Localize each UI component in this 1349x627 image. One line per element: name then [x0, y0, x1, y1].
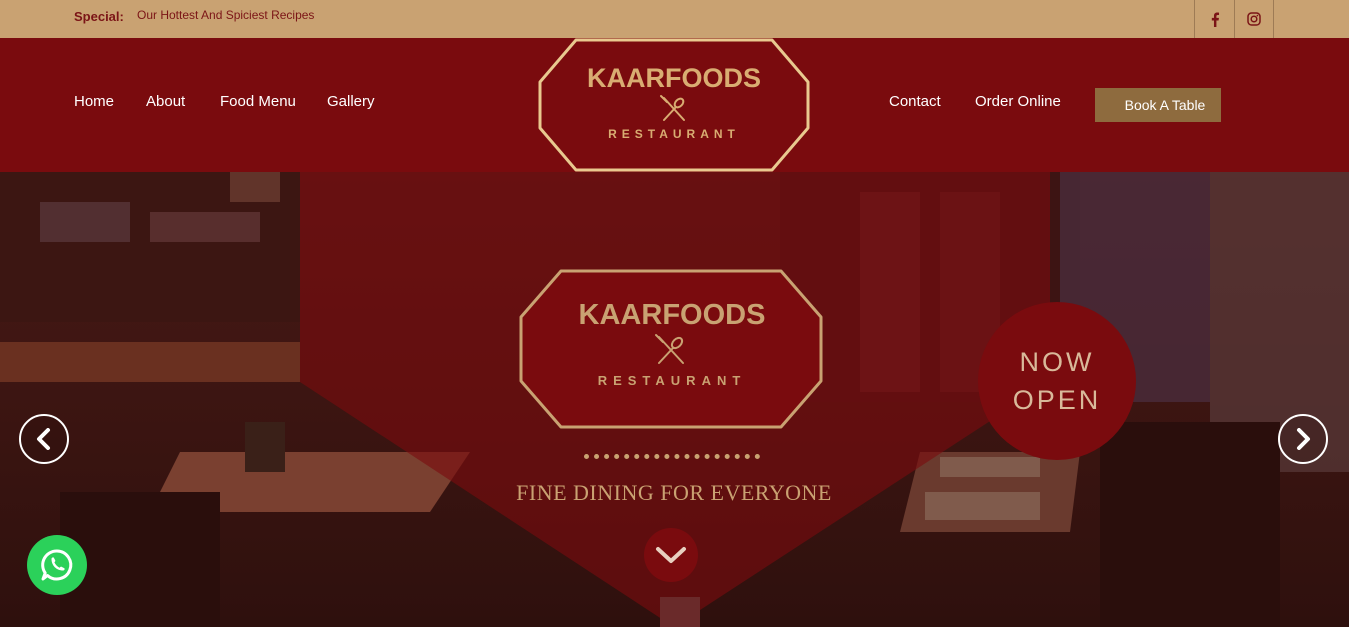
site-logo[interactable]: KAARFOODS RESTAURANT: [536, 30, 812, 180]
facebook-icon: [1211, 11, 1219, 27]
chevron-down-icon: [656, 547, 686, 563]
facebook-link[interactable]: [1194, 0, 1234, 38]
nav-about[interactable]: About: [146, 93, 185, 110]
special-label: Special:: [74, 9, 124, 24]
nav-order-online[interactable]: Order Online: [975, 93, 1061, 110]
nav-contact[interactable]: Contact: [889, 93, 941, 110]
whatsapp-chat-button[interactable]: [27, 535, 87, 595]
chevron-left-icon: [37, 428, 50, 450]
chevron-right-icon: [1297, 428, 1310, 450]
logo-subtitle: RESTAURANT: [608, 127, 740, 141]
nav-home[interactable]: Home: [74, 93, 114, 110]
special-text[interactable]: Our Hottest And Spiciest Recipes: [137, 8, 314, 22]
slider-prev-button[interactable]: [19, 414, 69, 464]
scroll-down-button[interactable]: [644, 528, 698, 582]
instagram-icon: [1247, 12, 1261, 26]
book-a-table-button[interactable]: Book A Table: [1095, 88, 1221, 122]
hero-logo-name: KAARFOODS: [579, 299, 766, 331]
whatsapp-icon: [41, 549, 73, 581]
nav-food-menu[interactable]: Food Menu: [220, 93, 296, 110]
now-open-badge: NOW OPEN: [978, 302, 1136, 460]
now-open-line-2: OPEN: [1012, 385, 1102, 415]
logo-name: KAARFOODS: [587, 63, 761, 93]
dotted-divider: [584, 454, 760, 460]
hero-slider: KAARFOODS RESTAURANT FINE DINING FOR EVE…: [0, 172, 1349, 627]
nav-gallery[interactable]: Gallery: [327, 93, 375, 110]
now-open-line-1: NOW: [1019, 347, 1095, 377]
slider-next-button[interactable]: [1278, 414, 1328, 464]
hero-logo-subtitle: RESTAURANT: [598, 373, 747, 388]
hero-tagline: FINE DINING FOR EVERYONE: [516, 480, 832, 505]
instagram-link[interactable]: [1234, 0, 1274, 38]
hero-logo: KAARFOODS RESTAURANT: [517, 267, 825, 432]
